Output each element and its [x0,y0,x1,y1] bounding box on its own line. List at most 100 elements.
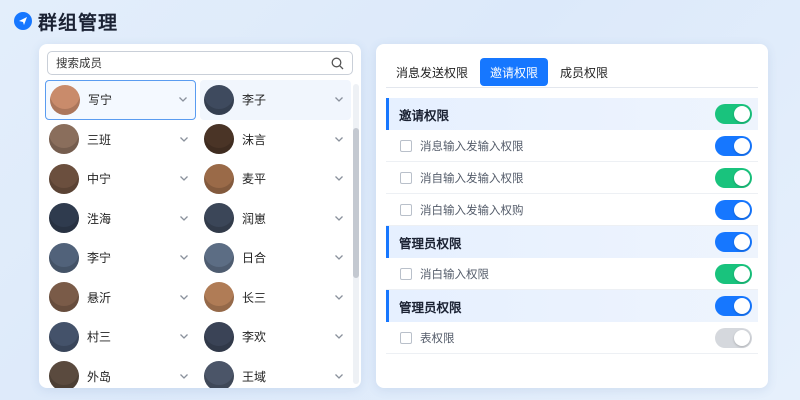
permission-toggle[interactable] [715,200,752,220]
chevron-down-icon[interactable] [178,367,190,386]
avatar [49,242,79,273]
search-box[interactable] [47,51,353,75]
toggle-knob [734,234,750,250]
member-grid: 写宁 李子三班 沫言中宁 麦平泩海 润崽李宁 日合悬沂 长三村三 李欢外岛 王域 [45,80,351,388]
permission-toggle[interactable] [715,296,752,316]
chevron-down-icon[interactable] [333,327,345,346]
permission-section: 邀请权限 [386,98,758,130]
member-item[interactable]: 三班 [45,120,196,160]
permission-toggle[interactable] [715,328,752,348]
permission-list: 邀请权限 消息输入发输入权限 消自输入发输入权限 消白输入发输入权购 管理员权限 消白输入… [386,98,758,354]
member-item[interactable]: 日合 [200,238,351,278]
chevron-down-icon[interactable] [178,130,190,149]
member-item[interactable]: 中宁 [45,159,196,199]
tab-1[interactable]: 邀请权限 [480,58,549,86]
chevron-down-icon[interactable] [333,169,345,188]
member-name: 沫言 [242,132,267,147]
member-item[interactable]: 村三 [45,317,196,357]
tab-bar: 消息发送权限 邀请权限 成员权限 [386,58,618,86]
member-name: 润崽 [242,211,267,226]
avatar [204,321,234,352]
chevron-down-icon[interactable] [178,327,190,346]
member-item[interactable]: 悬沂 [45,278,196,318]
avatar [204,242,234,273]
logo-icon [14,12,32,30]
chevron-down-icon[interactable] [333,209,345,228]
member-name: 外岛 [87,369,112,384]
avatar [49,321,79,352]
permission-toggle[interactable] [715,136,752,156]
toggle-knob [734,170,750,186]
toggle-knob [734,266,750,282]
avatar [49,282,79,313]
tab-0[interactable]: 消息发送权限 [386,58,478,86]
permission-checkbox[interactable] [400,331,412,344]
toggle-knob [734,298,750,314]
member-item[interactable]: 泩海 [45,199,196,239]
tab-2[interactable]: 成员权限 [550,58,618,86]
search-icon[interactable] [331,57,344,70]
avatar [49,203,79,234]
chevron-down-icon[interactable] [177,90,189,109]
member-name: 中宁 [87,172,112,187]
permission-label: 消自输入发输入权限 [420,170,524,185]
permission-panel: 消息发送权限 邀请权限 成员权限 邀请权限 消息输入发输入权限 消自输入发输入权限 消白输… [376,44,768,388]
member-name: 写宁 [88,93,113,108]
chevron-down-icon[interactable] [333,130,345,149]
permission-label: 消白输入权限 [420,266,489,281]
member-item[interactable]: 写宁 [45,80,196,120]
chevron-down-icon[interactable] [178,288,190,307]
avatar [204,163,234,194]
avatar [49,163,79,194]
permission-item: 消息输入发输入权限 [386,130,758,162]
avatar [204,124,234,155]
section-title: 管理员权限 [399,235,462,251]
permission-toggle[interactable] [715,264,752,284]
member-name: 悬沂 [87,290,112,305]
permission-item: 表权限 [386,322,758,354]
chevron-down-icon[interactable] [333,288,345,307]
chevron-down-icon[interactable] [333,248,345,267]
member-item[interactable]: 李子 [200,80,351,120]
member-name: 日合 [242,251,267,266]
permission-item: 消自输入发输入权限 [386,162,758,194]
tab-divider [386,87,758,88]
avatar [204,203,234,234]
permission-checkbox[interactable] [400,203,412,216]
section-title: 管理员权限 [399,299,462,315]
chevron-down-icon[interactable] [178,209,190,228]
permission-toggle[interactable] [715,232,752,252]
permission-label: 消息输入发输入权限 [420,138,524,153]
permission-section: 管理员权限 [386,226,758,258]
toggle-knob [734,330,750,346]
permission-label: 消白输入发输入权购 [420,202,524,217]
member-name: 李宁 [87,251,112,266]
permission-toggle[interactable] [715,104,752,124]
chevron-down-icon[interactable] [333,367,345,386]
member-name: 三班 [87,132,112,147]
member-name: 村三 [87,330,112,345]
member-item[interactable]: 长三 [200,278,351,318]
permission-checkbox[interactable] [400,139,412,152]
permission-checkbox[interactable] [400,171,412,184]
member-item[interactable]: 李宁 [45,238,196,278]
avatar [204,84,234,115]
member-item[interactable]: 沫言 [200,120,351,160]
member-name: 李欢 [242,330,267,345]
member-item[interactable]: 外岛 [45,357,196,388]
member-item[interactable]: 润崽 [200,199,351,239]
permission-checkbox[interactable] [400,267,412,280]
member-item[interactable]: 麦平 [200,159,351,199]
member-name: 李子 [242,93,267,108]
scroll-thumb[interactable] [353,128,359,278]
member-name: 麦平 [242,172,267,187]
chevron-down-icon[interactable] [178,248,190,267]
search-input[interactable] [56,56,331,70]
toggle-knob [734,202,750,218]
permission-toggle[interactable] [715,168,752,188]
chevron-down-icon[interactable] [333,90,345,109]
chevron-down-icon[interactable] [178,169,190,188]
scrollbar[interactable] [353,84,359,384]
member-item[interactable]: 王域 [200,357,351,388]
member-item[interactable]: 李欢 [200,317,351,357]
